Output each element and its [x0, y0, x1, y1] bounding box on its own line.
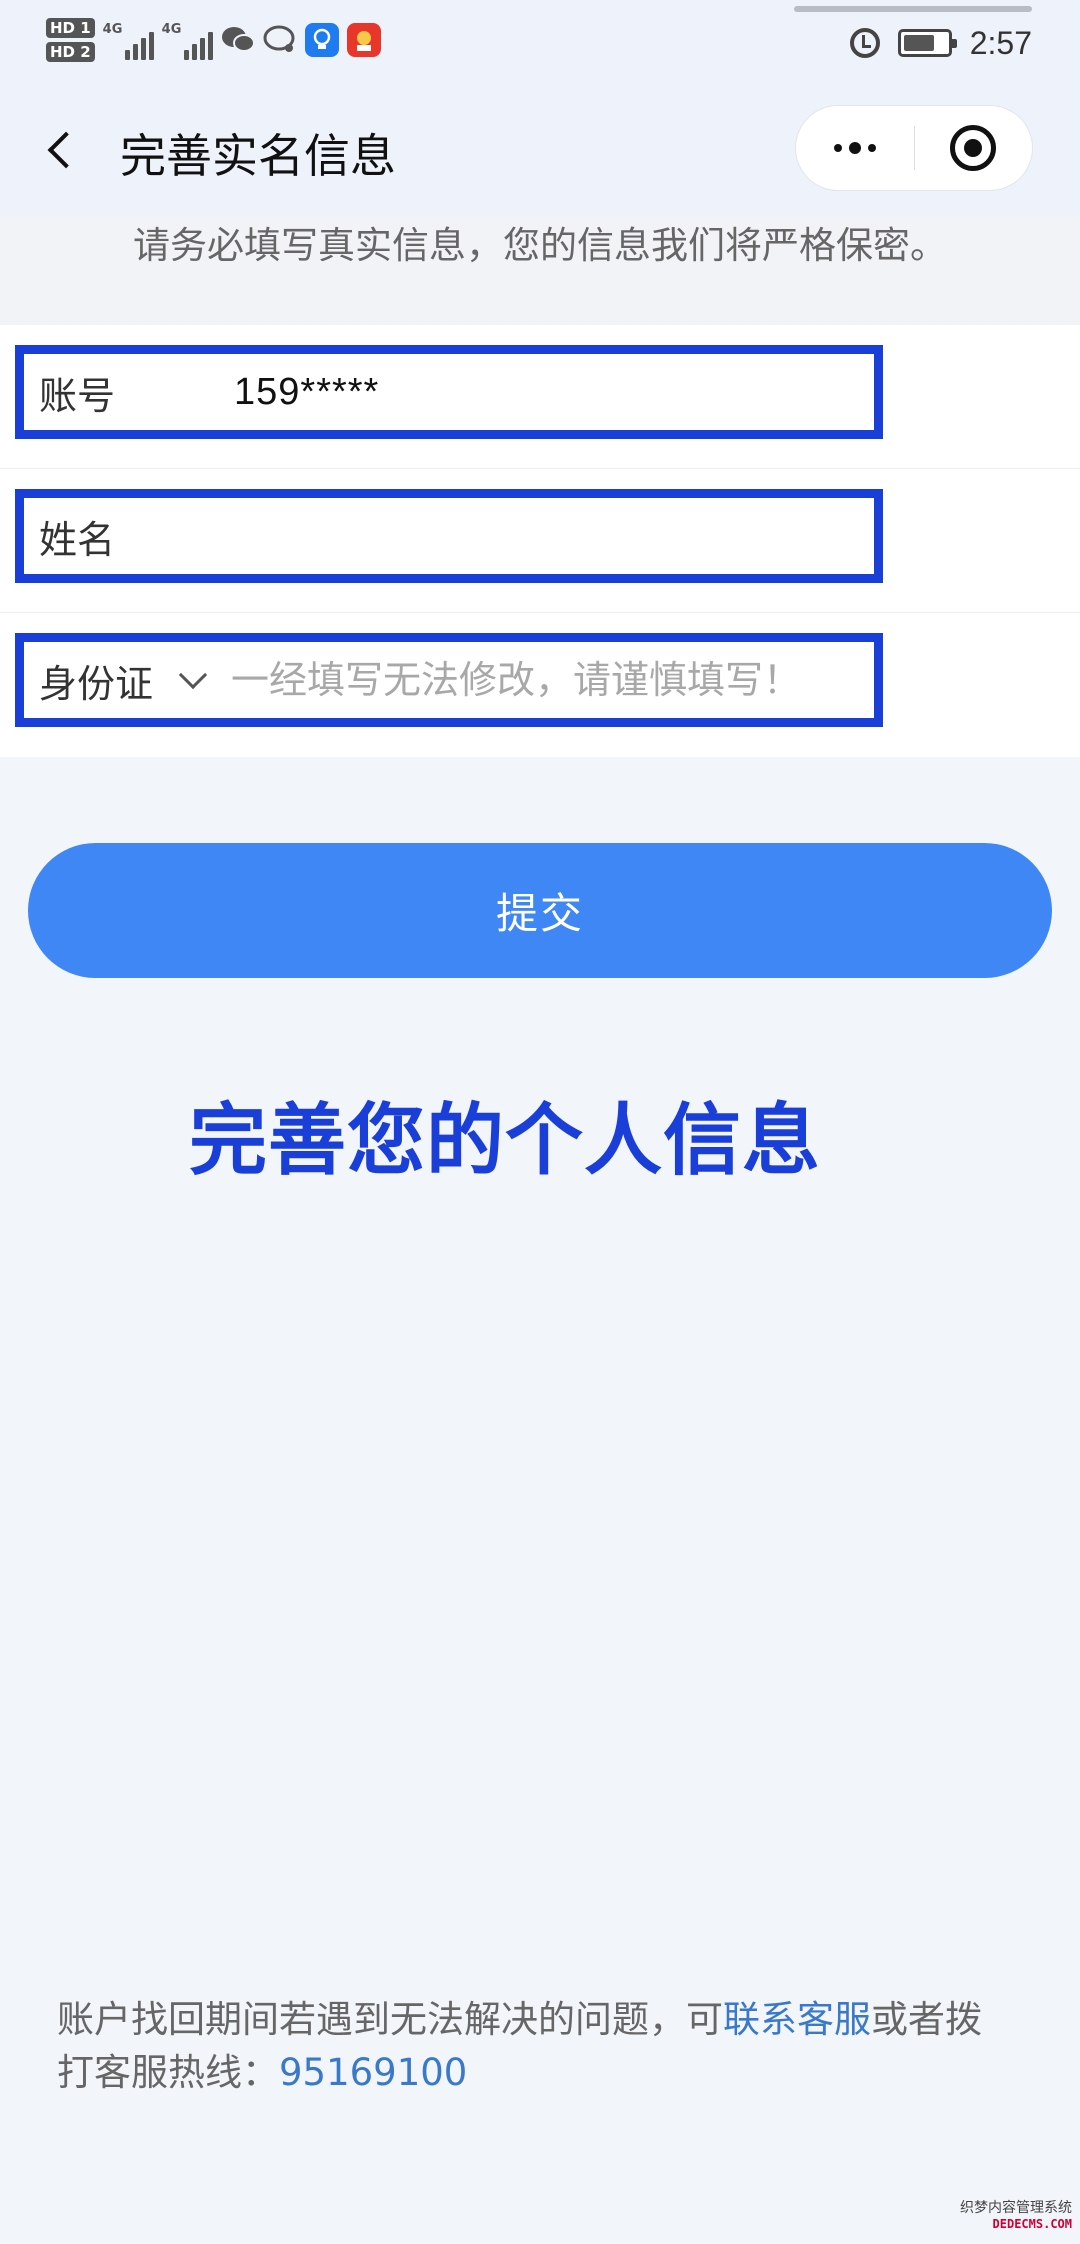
- red-app-icon: [346, 23, 381, 57]
- pull-indicator: [794, 6, 1032, 12]
- close-button[interactable]: [915, 105, 1033, 191]
- status-left: HD 1 HD 2 4G 4G: [46, 14, 381, 66]
- account-row: 账号 159*****: [0, 325, 1080, 469]
- id-type-label: 身份证: [39, 661, 154, 706]
- name-row: 姓名: [0, 469, 1080, 613]
- watermark: 织梦内容管理系统 DEDECMS.COM: [960, 2200, 1072, 2231]
- lightbulb-app-icon: [304, 23, 339, 57]
- hd-badges: HD 1 HD 2: [46, 18, 95, 62]
- account-label: 账号: [39, 373, 116, 418]
- headline-text: 完善您的个人信息: [188, 1096, 821, 1186]
- wechat-icon: [221, 23, 255, 57]
- submit-button[interactable]: 提交: [28, 843, 1052, 978]
- signal2-icon: 4G: [162, 20, 213, 60]
- chevron-left-icon: [47, 131, 85, 169]
- nav-bar: 完善实名信息: [0, 80, 1080, 215]
- signal2-label: 4G: [161, 22, 182, 37]
- id-row: 身份证: [0, 613, 1080, 757]
- signal1-label: 4G: [102, 22, 123, 37]
- contact-service-link[interactable]: 联系客服: [723, 1998, 871, 2041]
- id-field-highlight: 身份证: [15, 633, 883, 727]
- footer-help-text: 账户找回期间若遇到无法解决的问题，可联系客服或者拨打客服热线：95169100: [57, 1993, 1007, 2099]
- signal1-icon: 4G: [103, 20, 154, 60]
- account-field-highlight: 账号 159*****: [15, 345, 883, 439]
- more-dots-icon: [833, 144, 842, 152]
- account-value: 159*****: [234, 370, 380, 413]
- watermark-cn: 织梦内容管理系统: [960, 2200, 1072, 2216]
- message-icon: [263, 23, 297, 57]
- name-label: 姓名: [39, 517, 116, 562]
- more-button[interactable]: [796, 105, 914, 191]
- id-number-input[interactable]: [231, 658, 874, 702]
- id-type-select[interactable]: 身份证: [24, 653, 231, 708]
- watermark-en: DEDECMS.COM: [992, 2217, 1072, 2231]
- notice-text: 请务必填写真实信息，您的信息我们将严格保密。: [0, 215, 1080, 325]
- name-input[interactable]: [234, 514, 874, 558]
- name-field-highlight: 姓名: [15, 489, 883, 583]
- alarm-icon: [849, 28, 880, 58]
- hd1-badge: HD 1: [46, 18, 95, 38]
- real-name-form: 账号 159***** 姓名 身份证: [0, 325, 1080, 757]
- footer-text-before: 账户找回期间若遇到无法解决的问题，可: [57, 1998, 723, 2041]
- target-close-icon: [950, 125, 997, 171]
- status-right: 2:57: [849, 20, 1032, 66]
- hd2-badge: HD 2: [46, 42, 95, 62]
- status-bar: HD 1 HD 2 4G 4G 2:57: [0, 0, 1080, 80]
- service-hotline[interactable]: 95169100: [279, 2051, 467, 2094]
- battery-icon: [897, 29, 957, 57]
- page-title: 完善实名信息: [120, 129, 396, 183]
- chevron-down-icon: [178, 660, 208, 690]
- back-button[interactable]: [36, 120, 86, 180]
- mini-program-capsule: [795, 105, 1033, 191]
- status-time: 2:57: [969, 24, 1032, 61]
